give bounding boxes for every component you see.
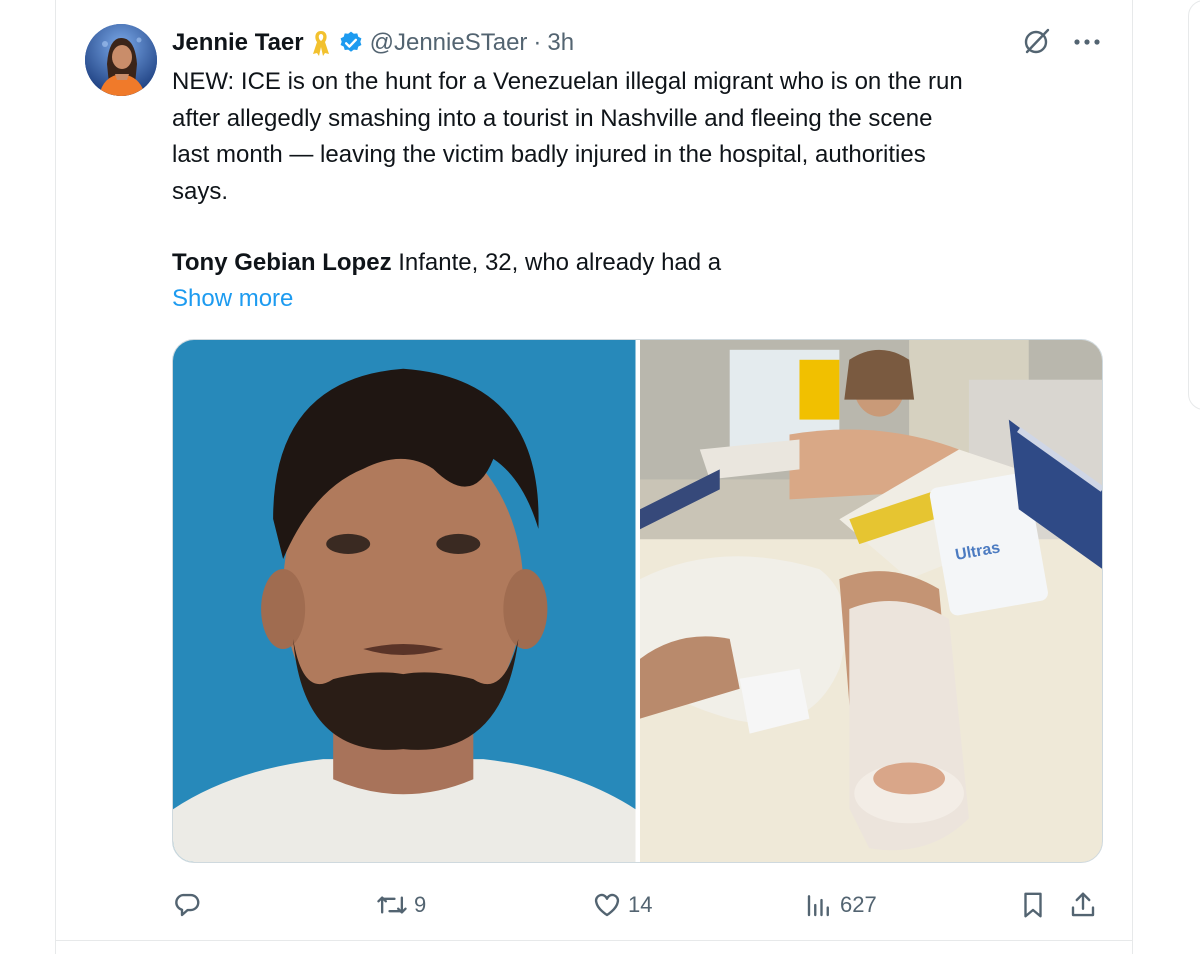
share-button[interactable] bbox=[1068, 884, 1098, 926]
retweet-icon bbox=[376, 890, 408, 920]
display-name[interactable]: Jennie Taer bbox=[172, 29, 304, 57]
show-more-link[interactable]: Show more bbox=[172, 281, 293, 317]
share-icon bbox=[1068, 890, 1098, 920]
media-grid: Ultras bbox=[172, 339, 1103, 863]
hospital-bed-photo[interactable]: Ultras bbox=[639, 340, 1102, 862]
like-count: 14 bbox=[628, 892, 653, 917]
grok-icon[interactable] bbox=[1022, 26, 1052, 61]
tweet-header: Jennie Taer @JennieSTaer · 3h bbox=[172, 26, 574, 60]
avatar[interactable] bbox=[85, 24, 157, 96]
header-separator: · bbox=[533, 29, 542, 56]
bold-name: Tony Gebian Lopez bbox=[172, 249, 392, 276]
retweet-button[interactable]: 9 bbox=[376, 884, 426, 926]
tweet-card[interactable]: Jennie Taer @JennieSTaer · 3h NEW: ICE i… bbox=[55, 0, 1133, 954]
views-icon bbox=[804, 890, 834, 920]
tweet-action-bar: 9 14 627 bbox=[172, 884, 1102, 926]
views-button[interactable]: 627 bbox=[804, 884, 877, 926]
like-button[interactable]: 14 bbox=[592, 884, 652, 926]
ribbon-icon bbox=[310, 29, 332, 57]
heart-icon bbox=[592, 890, 622, 920]
tweet-text-continued: Tony Gebian Lopez Infante, 32, who alrea… bbox=[172, 245, 721, 281]
author-handle[interactable]: @JennieSTaer bbox=[370, 29, 528, 57]
post-time[interactable]: 3h bbox=[547, 29, 574, 57]
reply-button[interactable] bbox=[172, 884, 208, 926]
bookmark-icon bbox=[1018, 890, 1048, 920]
adjacent-panel-edge bbox=[1188, 0, 1200, 410]
tweet-text: NEW: ICE is on the hunt for a Venezuelan… bbox=[172, 68, 963, 205]
mugshot-photo[interactable] bbox=[173, 340, 636, 862]
bookmark-button[interactable] bbox=[1018, 884, 1048, 926]
divider bbox=[56, 940, 1132, 941]
more-options-icon[interactable] bbox=[1072, 34, 1102, 52]
verified-badge-icon[interactable] bbox=[338, 30, 364, 56]
tweet-text-rest: Infante, 32, who already had a bbox=[391, 249, 722, 276]
reply-icon bbox=[172, 890, 202, 920]
retweet-count: 9 bbox=[414, 892, 427, 917]
header-actions bbox=[1022, 26, 1102, 60]
views-count: 627 bbox=[840, 892, 877, 917]
